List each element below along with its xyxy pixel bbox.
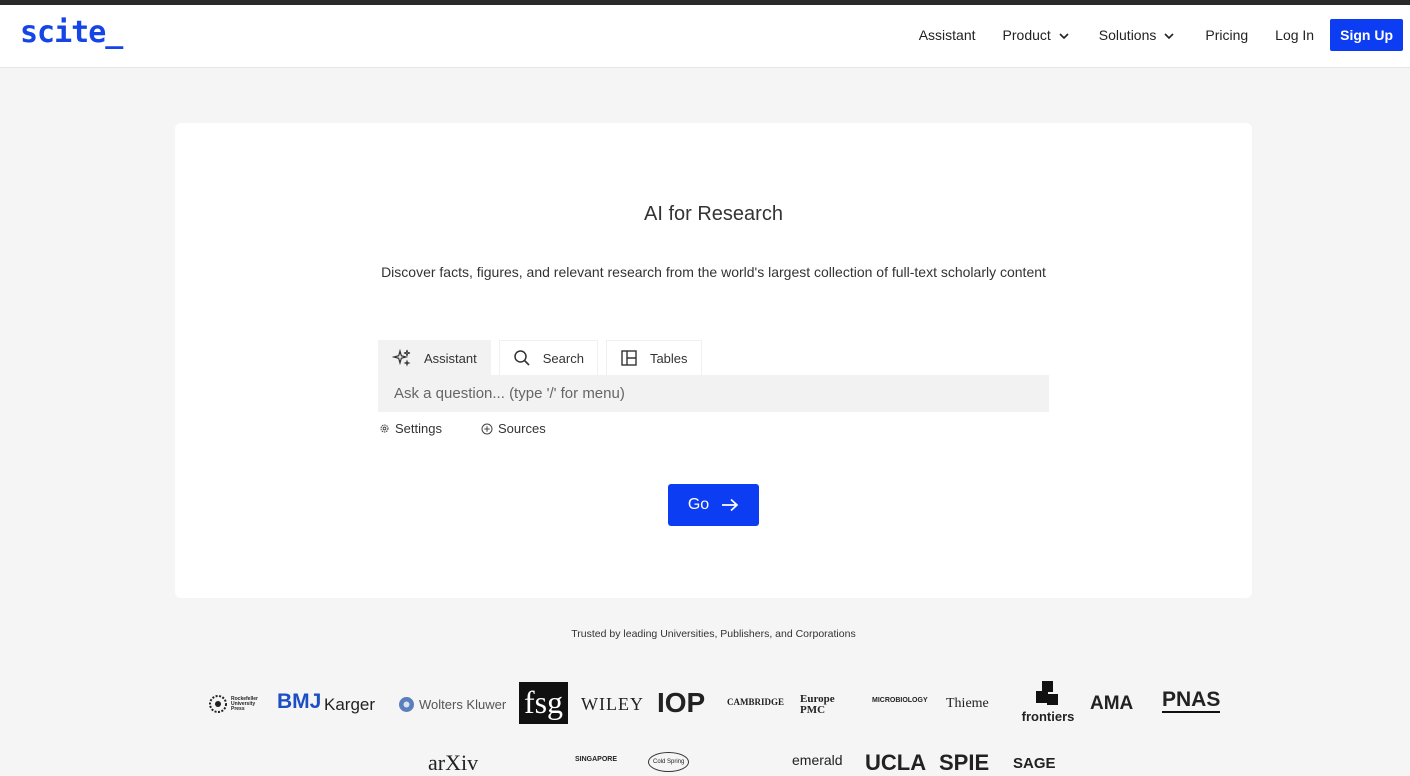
- nav-product[interactable]: Product: [1003, 27, 1069, 43]
- karger-logo: Karger: [324, 695, 376, 714]
- signup-button[interactable]: Sign Up: [1330, 19, 1403, 51]
- rockefeller-seal-icon: [209, 695, 227, 713]
- europe-pmc-logo: Europe PMC: [800, 693, 835, 716]
- go-label: Go: [687, 496, 710, 513]
- trusted-by-text: Trusted by leading Universities, Publish…: [571, 628, 856, 640]
- frontiers-name: frontiers: [1021, 709, 1075, 724]
- tab-search[interactable]: Search: [498, 340, 598, 375]
- table-icon: [621, 350, 637, 366]
- hero-subtitle: Discover facts, figures, and relevant re…: [381, 264, 1046, 280]
- ask-input[interactable]: [378, 375, 1049, 412]
- sage-logo: SAGE: [1013, 755, 1056, 772]
- nav-assistant[interactable]: Assistant: [919, 27, 976, 43]
- ama-logo: AMA: [1090, 693, 1134, 714]
- tab-tables[interactable]: Tables: [605, 340, 702, 375]
- singapore-logo: SINGAPORE: [575, 756, 618, 763]
- sparkle-icon: [392, 348, 411, 367]
- pnas-logo: PNAS: [1162, 688, 1221, 713]
- rockefeller-logo: Rockefeller University Press: [207, 693, 263, 715]
- plus-circle-icon: [481, 423, 493, 434]
- nav-login[interactable]: Log In: [1275, 27, 1314, 43]
- wolters-kluwer-mark-icon: [399, 697, 414, 712]
- sources-label: Sources: [498, 421, 546, 436]
- search-icon: [514, 350, 530, 366]
- frontiers-logo: frontiers: [1018, 680, 1078, 724]
- cold-spring-logo: Cold Spring: [648, 752, 690, 772]
- ucla-logo: UCLA: [865, 750, 927, 775]
- nav-solutions-label: Solutions: [1098, 27, 1157, 43]
- frontiers-cubes-icon: [1036, 681, 1058, 705]
- hero-title: AI for Research: [644, 203, 783, 225]
- tab-search-label: Search: [542, 350, 584, 366]
- wiley-logo: WILEY: [581, 694, 644, 714]
- hero-card: AI for Research Discover facts, figures,…: [175, 123, 1252, 598]
- spie-logo: SPIE: [939, 750, 990, 775]
- rockefeller-name: Rockefeller University Press: [231, 695, 258, 712]
- fsg-logo: fsg: [519, 682, 568, 724]
- chevron-down-icon: [1059, 27, 1069, 43]
- cambridge-logo: CAMBRIDGE: [727, 697, 785, 707]
- nav-pricing[interactable]: Pricing: [1205, 27, 1248, 43]
- tab-assistant-label: Assistant: [424, 350, 477, 366]
- bmj-logo: BMJ: [277, 690, 322, 713]
- go-button[interactable]: Go: [668, 484, 759, 526]
- main-nav: Assistant Product Solutions Pricing Log …: [919, 19, 1403, 51]
- wolters-kluwer-logo: Wolters Kluwer: [398, 696, 506, 713]
- nav-solutions[interactable]: Solutions: [1099, 27, 1175, 43]
- iop-logo: IOP: [657, 687, 706, 718]
- microbiology-logo: MICROBIOLOGY: [872, 697, 928, 704]
- settings-label: Settings: [395, 421, 442, 436]
- arxiv-logo: arXiv: [428, 750, 479, 775]
- mode-tabs: Assistant Search Tables: [378, 340, 710, 375]
- wolters-kluwer-name: Wolters Kluwer: [419, 697, 507, 712]
- gear-icon: [380, 424, 389, 433]
- thieme-logo: Thieme: [946, 696, 989, 711]
- tab-assistant[interactable]: Assistant: [378, 340, 491, 375]
- arrow-right-icon: [722, 498, 739, 512]
- site-header: scite_ Assistant Product Solutions Prici…: [0, 5, 1410, 68]
- tab-tables-label: Tables: [649, 350, 688, 366]
- scite-logo[interactable]: scite_: [20, 15, 123, 50]
- nav-product-label: Product: [1002, 27, 1051, 43]
- sources-button[interactable]: Sources: [481, 421, 546, 436]
- settings-button[interactable]: Settings: [379, 421, 442, 436]
- chevron-down-icon: [1164, 27, 1174, 43]
